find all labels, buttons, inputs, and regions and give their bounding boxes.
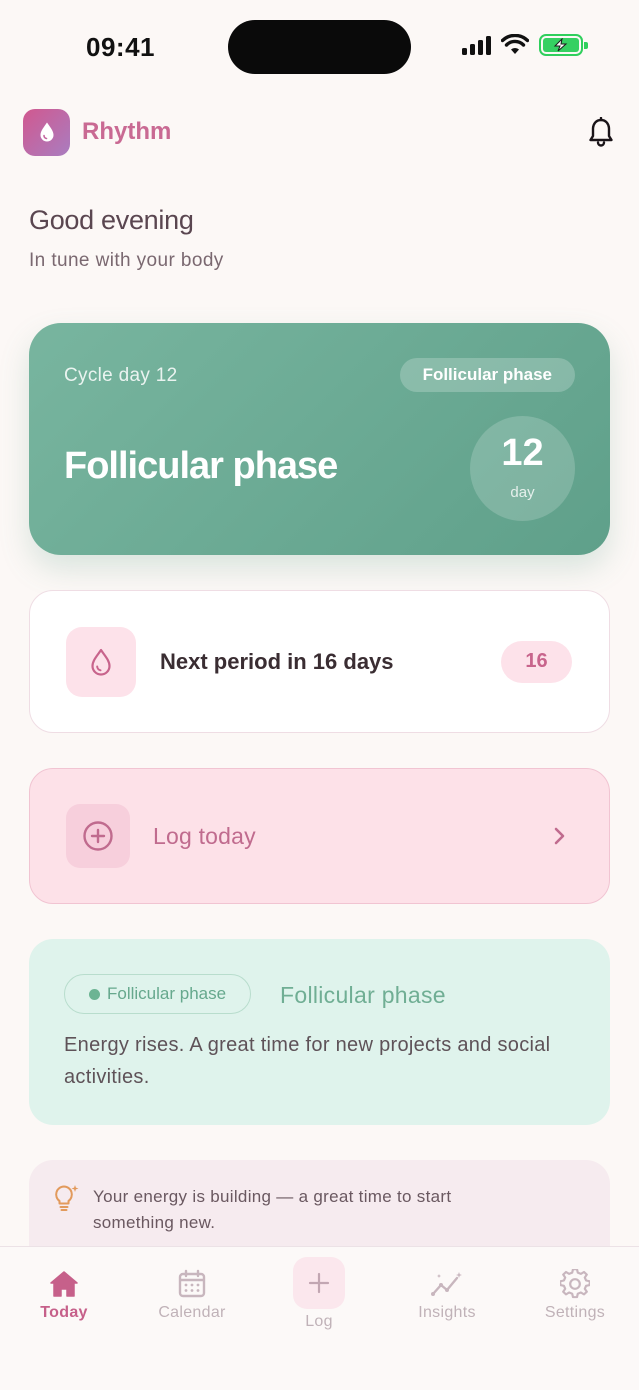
next-period-days-badge: 16 bbox=[501, 640, 572, 683]
droplet-icon bbox=[40, 122, 53, 142]
log-today-label: Log today bbox=[153, 822, 256, 849]
cycle-day-circle: 12 day bbox=[470, 416, 575, 521]
droplet-icon bbox=[91, 648, 111, 676]
cycle-day-number: 12 bbox=[501, 432, 544, 474]
tip-text: Your energy is building — a great time t… bbox=[93, 1187, 452, 1232]
greeting-title: Good evening bbox=[29, 205, 194, 235]
phase-chip-label: Follicular phase bbox=[107, 984, 227, 1003]
app-header: Rhythm bbox=[23, 108, 617, 156]
next-period-text: Next period in 16 days bbox=[160, 648, 394, 674]
phase-dot-icon bbox=[89, 988, 100, 1000]
battery-icon bbox=[539, 34, 588, 56]
phase-description: Energy rises. A great time for new proje… bbox=[64, 1034, 551, 1088]
phase-badge: Follicular phase bbox=[399, 358, 575, 392]
phase-info-card: Follicular phase Follicular phase Energy… bbox=[29, 939, 610, 1125]
nav-today-label: Today bbox=[40, 1304, 88, 1321]
wifi-icon bbox=[501, 34, 529, 54]
notifications-button[interactable] bbox=[586, 117, 616, 147]
nav-calendar[interactable]: Calendar bbox=[137, 1247, 247, 1322]
phase-chip: Follicular phase bbox=[64, 974, 252, 1014]
nav-log-label: Log bbox=[305, 1313, 333, 1330]
dynamic-island bbox=[228, 20, 411, 74]
cycle-day-label: Cycle day 12 bbox=[64, 365, 178, 386]
bell-icon bbox=[589, 117, 613, 147]
log-today-icon-box bbox=[66, 804, 130, 868]
status-bar: 09:41 bbox=[0, 0, 639, 90]
app-name: Rhythm bbox=[82, 118, 172, 145]
calendar-icon bbox=[137, 1267, 247, 1301]
lightbulb-icon bbox=[51, 1182, 81, 1219]
cycle-hero-card[interactable]: Cycle day 12 Follicular phase Follicular… bbox=[29, 323, 610, 555]
home-icon bbox=[9, 1267, 119, 1301]
next-period-icon-box bbox=[66, 626, 136, 697]
gear-icon bbox=[520, 1267, 630, 1301]
plus-circle-icon bbox=[83, 821, 113, 851]
app-logo bbox=[23, 108, 70, 156]
log-today-button[interactable]: Log today bbox=[29, 768, 610, 904]
status-icons bbox=[462, 34, 588, 56]
phase-title: Follicular phase bbox=[64, 445, 338, 487]
plus-icon bbox=[308, 1272, 330, 1294]
insights-icon bbox=[392, 1267, 502, 1301]
status-time: 09:41 bbox=[86, 32, 155, 62]
nav-today[interactable]: Today bbox=[9, 1247, 119, 1322]
greeting-subtitle: In tune with your body bbox=[29, 250, 224, 271]
nav-calendar-label: Calendar bbox=[158, 1304, 226, 1321]
nav-log-button bbox=[293, 1257, 345, 1309]
next-period-card[interactable]: Next period in 16 days 16 bbox=[29, 590, 610, 733]
bottom-nav: Today Calendar Log Insights Settings bbox=[0, 1246, 639, 1390]
phase-name: Follicular phase bbox=[280, 982, 446, 1008]
nav-insights[interactable]: Insights bbox=[392, 1247, 502, 1322]
nav-log[interactable]: Log bbox=[264, 1247, 374, 1331]
nav-settings-label: Settings bbox=[544, 1304, 606, 1321]
cycle-day-unit: day bbox=[510, 484, 535, 501]
nav-insights-label: Insights bbox=[418, 1304, 476, 1321]
nav-settings[interactable]: Settings bbox=[520, 1247, 630, 1322]
chevron-right-icon bbox=[552, 826, 566, 846]
cellular-signal-icon bbox=[462, 35, 491, 55]
